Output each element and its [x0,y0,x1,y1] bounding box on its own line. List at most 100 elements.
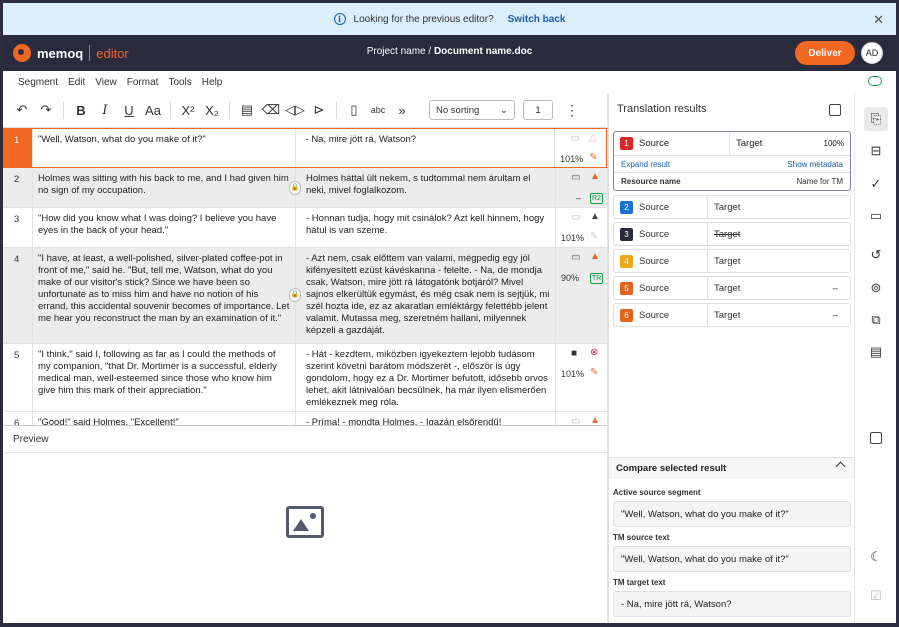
comment-icon[interactable]: ▭ [570,133,579,144]
compare-value: "Well, Watson, what do you make of it?" [613,501,851,527]
subscript-icon[interactable]: X₂ [201,99,223,121]
undo-icon[interactable]: ↶ [11,99,33,121]
paste-icon[interactable]: ▯ [343,99,365,121]
tag-icon[interactable]: ◁▷ [284,99,306,121]
menu-edit[interactable]: Edit [68,77,85,88]
segment-number: 2 [3,168,33,207]
match-percent: 101% [561,369,585,379]
clear-format-icon[interactable]: ⌫ [260,99,282,121]
redo-icon[interactable]: ↷ [35,99,57,121]
close-icon[interactable]: ✕ [873,12,884,28]
show-metadata-link[interactable]: Show metadata [787,160,843,169]
dark-mode-icon[interactable]: ☾ [864,545,888,569]
bold-icon[interactable]: B [70,99,92,121]
info-icon: i [333,13,346,25]
panel-divider[interactable] [607,93,609,623]
target-cell[interactable]: - Príma! - mondta Holmes. - Igazán elsőr… [296,412,556,425]
status-cell: ▭ △ 101% ✎ [555,129,606,167]
qa-check-icon[interactable]: ✓ [864,172,888,196]
document-name: Document name.doc [433,46,533,57]
comment-icon[interactable]: ▭ [571,212,580,223]
history-icon[interactable]: ↺ [864,243,888,267]
sort-dropdown[interactable]: No sorting ⌄ [429,100,515,120]
deliver-button[interactable]: Deliver [795,41,855,65]
lock-icon[interactable]: 🔒 [289,288,301,302]
comment-icon[interactable]: ▭ [571,172,580,183]
result-item[interactable]: 3 Source Target [613,222,851,246]
toolbar: ↶ ↷ B I U Aa X² X₂ ▤ ⌫ ◁▷ ⊳ ▯ abc » No s… [3,93,607,127]
menu-segment[interactable]: Segment [18,77,58,88]
menu-format[interactable]: Format [127,77,159,88]
italic-icon[interactable]: I [94,99,116,121]
result-item-selected[interactable]: 1 Source Target 100% Expand result Show … [613,131,851,191]
switch-back-link[interactable]: Switch back [508,14,566,25]
compare-header[interactable]: Compare selected result [609,457,854,479]
source-cell: "I have, at least, a well-polished, silv… [33,248,301,343]
target-cell[interactable]: - Azt nem, csak előttem van valami, mégp… [296,248,556,343]
result-item[interactable]: 2 Source Target [613,195,851,219]
editor-window: i Looking for the previous editor? Switc… [3,3,896,623]
table-row[interactable]: 3 "How did you know what I was doing? I … [3,208,607,248]
status-cell: ▭ ▲ – R2 [556,168,607,207]
pencil-icon: ✎ [589,152,598,163]
table-row[interactable]: 4 "I have, at least, a well-polished, si… [3,248,607,344]
toolbar-divider [63,101,64,119]
superscript-icon[interactable]: X² [177,99,199,121]
match-percent: 100% [823,139,844,148]
comment-icon[interactable]: ■ [571,348,577,359]
menu-view[interactable]: View [95,77,117,88]
result-item[interactable]: 5 Source Target – [613,276,851,300]
project-name: Project name [366,46,426,57]
result-source: Source [639,282,670,294]
comment-icon[interactable]: ▭ [571,252,580,263]
table-row[interactable]: 6 "Good!" said Holmes. "Excellent!" - Pr… [3,412,607,425]
match-percent: – [576,193,582,203]
status-cell: ▭ ▲ [556,412,607,425]
toolbar-divider [229,101,230,119]
preview-header: Preview [3,425,607,453]
table-row[interactable]: 5 "I think," said I, following as far as… [3,344,607,412]
insert-icon[interactable]: ▤ [236,99,258,121]
target-cell[interactable]: - Honnan tudja, hogy mit csinálok? Azt k… [296,208,556,247]
preview-title: Preview [13,433,49,445]
avatar[interactable]: AD [861,42,883,64]
more-icon[interactable]: » [391,99,413,121]
rank-badge: 6 [620,308,633,322]
tag-copy-icon[interactable]: ⊳ [308,99,330,121]
toolbar-divider [170,101,171,119]
expand-result-link[interactable]: Expand result [621,160,670,169]
target-cell[interactable]: Holmes háttal ült nekem, s tudtommal nem… [296,168,556,207]
target-cell[interactable]: - Hát - kezdtem, miközben igyekeztem lej… [296,344,556,411]
result-item[interactable]: 4 Source Target [613,249,851,273]
table-row[interactable]: 2 Holmes was sitting with his back to me… [3,168,607,208]
menu-help[interactable]: Help [202,77,223,88]
spellcheck-icon[interactable]: abc [367,99,389,121]
font-case-icon[interactable]: Aa [142,99,164,121]
result-item[interactable]: 6 Source Target – [613,303,851,327]
target-cell[interactable]: - Na, mire jött rá, Watson? [296,129,556,167]
result-source: Source [639,201,670,213]
rank-badge: 2 [620,200,633,214]
comment-icon[interactable]: ▭ [571,416,580,425]
document-icon[interactable]: ▤ [864,340,888,364]
status-badge: TR [590,273,604,284]
concordance-icon[interactable]: ⊟ [864,139,888,163]
underline-icon[interactable]: U [118,99,140,121]
result-source: Source [639,255,670,267]
compare-label: Active source segment [613,488,701,497]
result-target: Target [714,228,741,240]
search-icon[interactable]: ⊚ [864,276,888,300]
result-source: Source [639,309,670,321]
rank-badge: 4 [620,254,633,268]
segment-number-input[interactable]: 1 [523,100,553,120]
result-source: Source [639,138,670,149]
menu-tools[interactable]: Tools [168,77,191,88]
comments-icon[interactable]: ▭ [864,204,888,228]
lock-icon[interactable]: 🔒 [289,181,301,195]
chat-icon[interactable]: ⧉ [864,308,888,332]
table-row[interactable]: 1 "Well, Watson, what do you make of it?… [3,128,607,168]
edit-check-icon[interactable]: ☑ [864,584,888,608]
open-external-icon[interactable] [829,104,841,116]
translation-results-icon[interactable]: ⎘ [864,107,888,131]
kebab-menu-icon[interactable]: ⋮ [565,102,579,119]
